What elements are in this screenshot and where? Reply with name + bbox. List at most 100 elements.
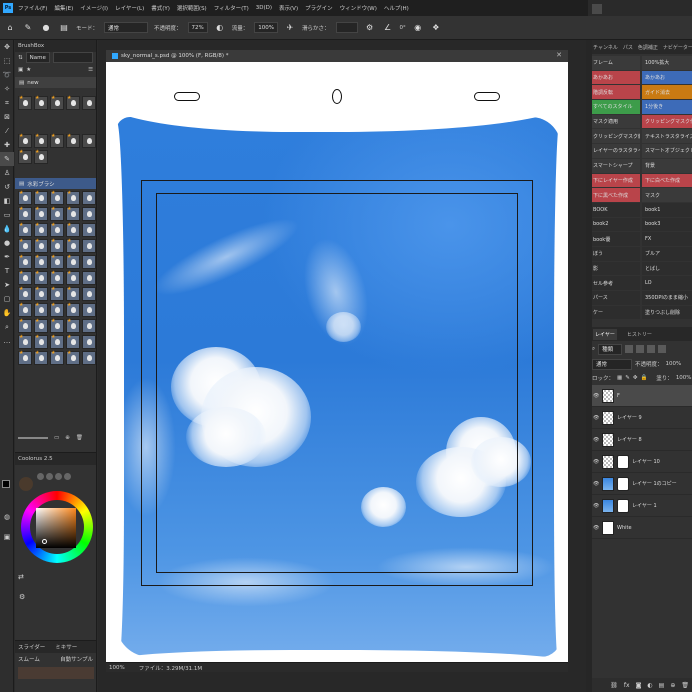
action-button[interactable]: パース	[590, 291, 640, 305]
action-button[interactable]: book優	[590, 232, 640, 246]
trash-icon[interactable]: 🗑	[681, 682, 689, 689]
lock-paint-icon[interactable]: ✎	[625, 375, 630, 381]
adjustment-icon[interactable]: ◐	[647, 682, 652, 689]
brush-preset[interactable]	[18, 270, 32, 285]
healing-brush-icon[interactable]: ✚	[0, 138, 14, 152]
action-button[interactable]: セル参考	[590, 276, 640, 290]
brush-preset[interactable]	[18, 95, 32, 110]
action-button[interactable]: book2	[590, 217, 640, 232]
sort-select[interactable]: Name	[25, 52, 50, 63]
brush-preset[interactable]	[34, 133, 48, 148]
current-color-swatch[interactable]	[19, 477, 33, 491]
pen-tool-icon[interactable]: ✒	[0, 250, 14, 264]
type-tool-icon[interactable]: T	[0, 264, 14, 278]
tab-mixer[interactable]: ミキサー	[55, 643, 77, 651]
panel-tab[interactable]: パス	[623, 44, 633, 51]
brush-preset[interactable]	[18, 318, 32, 333]
menu-file[interactable]: ファイル(F)	[18, 4, 47, 12]
zoom-tool-icon[interactable]: ⌕	[0, 320, 14, 334]
brush-preset[interactable]	[82, 319, 96, 333]
layer-opacity-value[interactable]: 100%	[666, 361, 682, 367]
filter-adjust-icon[interactable]	[636, 345, 645, 354]
menu-layer[interactable]: レイヤー(L)	[115, 4, 144, 12]
action-button[interactable]: 下にレイヤー作成	[590, 173, 640, 188]
brush-preset[interactable]	[82, 351, 96, 365]
blend-mode-select[interactable]: 通常	[592, 358, 632, 370]
brush-preset[interactable]	[50, 350, 64, 365]
brush-preset[interactable]	[50, 254, 64, 269]
panel-tab[interactable]: ナビゲーター	[663, 44, 692, 51]
brush-preset[interactable]	[66, 133, 80, 148]
brush-preset-icon[interactable]: ●	[40, 22, 52, 34]
brush-preset[interactable]	[66, 302, 80, 317]
foreground-color-swatch[interactable]	[2, 480, 10, 488]
layer-row[interactable]: 👁 レイヤー 8	[589, 429, 692, 452]
menu-type[interactable]: 書式(Y)	[151, 4, 170, 12]
layer-row[interactable]: 👁 White	[589, 517, 692, 540]
brush-preset[interactable]	[82, 207, 96, 221]
action-button[interactable]: ケー	[590, 305, 640, 320]
brush-preset[interactable]	[82, 96, 96, 110]
brush-settings-icon[interactable]: ▤	[58, 22, 70, 34]
brush-preset[interactable]	[66, 334, 80, 349]
brush-preset[interactable]	[34, 350, 48, 365]
eye-icon[interactable]: 👁	[593, 525, 599, 531]
menu-edit[interactable]: 編集(E)	[54, 4, 73, 12]
pressure-opacity-icon[interactable]: ◐	[214, 22, 226, 34]
brush-preset[interactable]	[66, 238, 80, 253]
brush-preset[interactable]	[18, 206, 32, 221]
folder-icon[interactable]: ▣	[18, 67, 23, 73]
brush-preset[interactable]	[82, 223, 96, 237]
action-button[interactable]: テキストラスタライズ	[642, 129, 692, 144]
brush-preset[interactable]	[50, 318, 64, 333]
action-button[interactable]: フレーム	[590, 56, 640, 70]
eye-icon[interactable]: 👁	[593, 459, 599, 465]
brush-preset[interactable]	[66, 222, 80, 237]
action-button[interactable]: スマートシャープ	[590, 158, 640, 173]
brush-preset[interactable]	[66, 270, 80, 285]
magic-wand-icon[interactable]: ✧	[0, 82, 14, 96]
filter-shape-icon[interactable]	[658, 345, 667, 354]
layer-mask-thumbnail[interactable]	[617, 498, 629, 513]
brush-size-slider[interactable]	[18, 436, 48, 439]
brush-preset[interactable]	[34, 190, 48, 205]
brushbox-search[interactable]	[52, 52, 93, 63]
mixer-preview[interactable]	[18, 667, 94, 679]
brush-preset[interactable]	[18, 254, 32, 269]
layer-row[interactable]: 👁 レイヤー 10	[589, 451, 692, 474]
zoom-level[interactable]: 100%	[109, 665, 125, 671]
layer-row[interactable]: 👁 レイヤー 1のコピー	[589, 473, 692, 496]
action-button[interactable]: クリッピングマスク作成	[642, 114, 692, 129]
auto-sample-text[interactable]: 自動サンプル	[60, 655, 93, 663]
new-folder-icon[interactable]: ▭	[54, 435, 59, 441]
action-button[interactable]: 階調反転	[590, 85, 640, 100]
tab-history[interactable]: ヒストリー	[627, 331, 652, 338]
brush-preset[interactable]	[50, 238, 64, 253]
action-button[interactable]: とばし	[642, 261, 692, 276]
brush-group-watercolor[interactable]: ▤ 水彩ブラシ	[15, 178, 96, 189]
action-button[interactable]: 塗りつぶし削除	[642, 305, 692, 320]
color-settings-icon[interactable]: ⚙	[19, 593, 27, 601]
opacity-field[interactable]: 72%	[187, 22, 208, 33]
brush-preset[interactable]	[18, 350, 32, 365]
layer-mask-thumbnail[interactable]	[617, 454, 629, 469]
eye-icon[interactable]: 👁	[593, 393, 599, 399]
action-button[interactable]: スマートオブジェクト	[642, 144, 692, 158]
home-icon[interactable]: ⌂	[4, 22, 16, 34]
new-brush-icon[interactable]: ⊕	[65, 435, 70, 441]
brush-preset[interactable]	[50, 133, 64, 148]
action-button[interactable]: レイヤーのラスタライズ	[590, 144, 640, 158]
brush-preset[interactable]	[66, 206, 80, 221]
action-button[interactable]: 影	[590, 261, 640, 276]
vertical-scrollbar[interactable]	[586, 40, 592, 692]
action-button[interactable]: ぼう	[590, 246, 640, 261]
eye-icon[interactable]: 👁	[593, 481, 599, 487]
brush-preset[interactable]	[18, 238, 32, 253]
pressure-size-icon[interactable]: ◉	[412, 22, 424, 34]
brush-preset[interactable]	[82, 271, 96, 285]
brush-preset[interactable]	[50, 334, 64, 349]
mode-button-icon[interactable]	[64, 473, 71, 480]
brush-preset[interactable]	[18, 334, 32, 349]
eye-icon[interactable]: 👁	[593, 503, 599, 509]
brush-preset[interactable]	[50, 206, 64, 221]
